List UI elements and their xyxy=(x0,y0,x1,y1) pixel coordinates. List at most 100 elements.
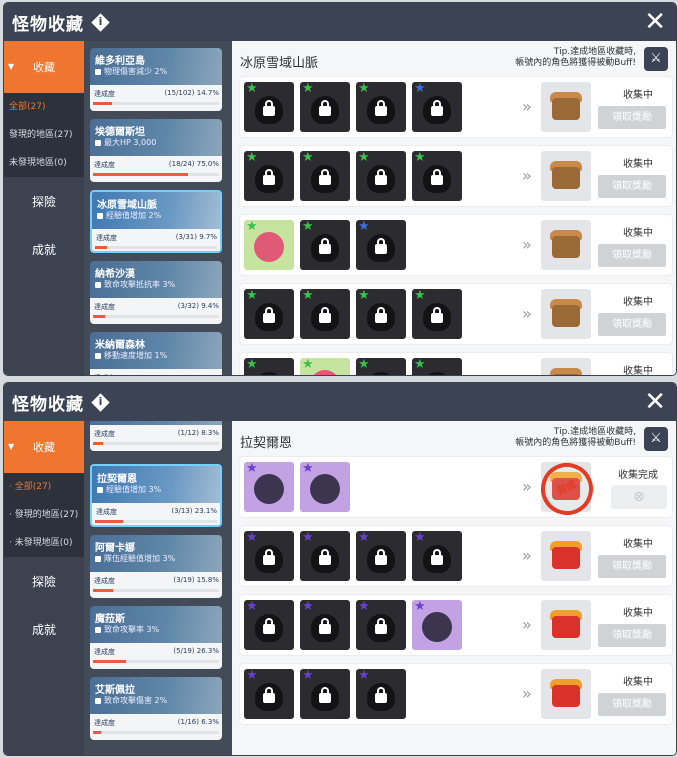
monster-slot[interactable]: ★ xyxy=(244,462,294,512)
region-buff: 隊伍經驗值增加 3% xyxy=(95,553,175,564)
info-icon[interactable]: i xyxy=(92,394,109,411)
monster-slot[interactable]: ★ xyxy=(244,600,294,650)
region-card[interactable]: 米納爾森林移動速度增加 1% 達成度 xyxy=(90,332,222,375)
region-card[interactable]: 拉契爾恩 經驗值增加 3% 達成度 (3/13) 23.1% xyxy=(90,464,222,527)
monster-icon xyxy=(310,474,340,504)
reward-chest-icon[interactable] xyxy=(541,82,591,132)
region-card[interactable]: 維多利亞島 物理傷害減少 2% 達成度 (15/102) 14.7% xyxy=(90,48,222,111)
claim-reward-button[interactable]: 領取獎勵 xyxy=(598,624,666,647)
collection-row: ★ ★ ★ ★ » 收集中領取獎勵 xyxy=(240,595,672,655)
lock-icon xyxy=(263,100,275,116)
monster-slot[interactable]: ★ xyxy=(356,358,406,375)
reward-chest-icon[interactable] xyxy=(541,220,591,270)
progress-bar xyxy=(93,173,219,176)
lock-icon xyxy=(375,687,387,703)
monster-slot[interactable]: ★ xyxy=(300,462,350,512)
region-name: 冰原雪域山脈 xyxy=(97,200,157,211)
lock-icon xyxy=(263,549,275,565)
monster-slot[interactable]: ★ xyxy=(356,669,406,719)
sidebar-item-achievement[interactable]: 成就 xyxy=(4,605,84,653)
region-detail: 拉契爾恩 Tip.達成地區收藏時, 帳號內的角色將獲得被動Buff! ⚔ ★ ★» 完… xyxy=(232,421,676,755)
claimed-button[interactable]: ⊗ xyxy=(611,485,667,509)
status-text: 收集完成 xyxy=(618,470,658,481)
monster-slot[interactable]: ★ xyxy=(244,531,294,581)
monster-slot[interactable]: ★ xyxy=(300,220,350,270)
monster-slot[interactable]: ★ xyxy=(356,220,406,270)
monster-slot[interactable]: ★ xyxy=(412,600,462,650)
star-icon: ★ xyxy=(302,82,314,96)
claim-reward-button[interactable]: 領取獎勵 xyxy=(598,313,666,336)
region-card[interactable]: 納希沙漠 致命攻擊抵抗率 3% 達成度 (3/32) 9.4% xyxy=(90,261,222,324)
monster-slot[interactable]: ★ xyxy=(244,289,294,339)
filter-unfound[interactable]: 未發現地區(0) xyxy=(4,149,84,177)
collection-row: ★ ★ ★ ★ » 收集中領取獎勵 xyxy=(240,146,672,206)
close-button[interactable]: ✕ xyxy=(644,9,666,35)
buff-icon[interactable]: ⚔ xyxy=(644,47,668,71)
info-icon[interactable]: i xyxy=(92,14,109,31)
monster-icon xyxy=(422,612,452,642)
buff-icon[interactable]: ⚔ xyxy=(644,427,668,451)
caret-icon: ▼ xyxy=(8,442,15,451)
filter-found[interactable]: 發現的地區(27) xyxy=(4,121,84,149)
reward-chest-icon[interactable] xyxy=(541,289,591,339)
monster-slot[interactable]: ★ xyxy=(356,82,406,132)
progress-section: 達成度 (3/13) 23.1% xyxy=(92,503,220,525)
claim-reward-button[interactable]: 領取獎勵 xyxy=(598,244,666,267)
monster-slot[interactable]: ★ xyxy=(244,669,294,719)
claim-reward-button[interactable]: 領取獎勵 xyxy=(598,175,666,198)
monster-slot[interactable]: ★ xyxy=(300,531,350,581)
reward-chest-icon[interactable] xyxy=(541,151,591,201)
region-detail: 冰原雪域山脈 Tip.達成地區收藏時, 帳號內的角色將獲得被動Buff! ⚔ ★ ★… xyxy=(232,41,676,375)
sidebar-item-collect[interactable]: ▼ 收藏 xyxy=(4,421,84,473)
reward-chest-icon[interactable] xyxy=(541,358,591,375)
region-card[interactable]: 埃德爾斯坦 最大HP 3,000 達成度 (18/24) 75.0% xyxy=(90,119,222,182)
region-list: 維多利亞島 物理傷害減少 2% 達成度 (15/102) 14.7% 埃德爾斯坦 最大HP… xyxy=(84,41,232,375)
reward-chest-icon[interactable] xyxy=(541,600,591,650)
sidebar-item-achievement[interactable]: 成就 xyxy=(4,225,84,273)
monster-slot[interactable]: ★ xyxy=(300,289,350,339)
monster-slot[interactable]: ★ xyxy=(412,151,462,201)
region-card[interactable]: 達成度 (1/12) 8.3% xyxy=(90,421,222,451)
reward-chest-icon[interactable] xyxy=(541,531,591,581)
close-button[interactable]: ✕ xyxy=(644,389,666,415)
monster-slot[interactable]: ★ xyxy=(244,220,294,270)
filter-all[interactable]: · 全部(27) xyxy=(4,473,84,501)
monster-slot[interactable]: ★ xyxy=(356,531,406,581)
star-icon: ★ xyxy=(246,462,258,476)
lock-icon xyxy=(95,352,101,359)
claim-reward-button[interactable]: 領取獎勵 xyxy=(598,106,666,129)
filter-unfound[interactable]: · 未發現地區(0) xyxy=(4,529,84,557)
monster-slot[interactable]: ★ xyxy=(300,151,350,201)
monster-slot[interactable]: ★ xyxy=(356,289,406,339)
sidebar: ▼ 收藏 · 全部(27) · 發現的地區(27) · 未發現地區(0) 探險 成… xyxy=(4,421,84,755)
star-icon: ★ xyxy=(302,600,314,614)
star-icon: ★ xyxy=(414,151,426,165)
monster-slot[interactable]: ★ xyxy=(412,358,462,375)
monster-slot[interactable]: ★ xyxy=(412,289,462,339)
lock-icon xyxy=(375,307,387,323)
claim-reward-button[interactable]: 領取獎勵 xyxy=(598,555,666,578)
sidebar-item-collect[interactable]: ▼ 收藏 xyxy=(4,41,84,93)
sidebar-item-explore[interactable]: 探險 xyxy=(4,557,84,605)
monster-slot[interactable]: ★ xyxy=(300,358,350,375)
monster-slot[interactable]: ★ xyxy=(412,531,462,581)
sidebar-item-explore[interactable]: 探險 xyxy=(4,177,84,225)
monster-slot[interactable]: ★ xyxy=(300,600,350,650)
monster-slot[interactable]: ★ xyxy=(300,82,350,132)
monster-slot[interactable]: ★ xyxy=(356,151,406,201)
region-card[interactable]: 魔菈斯 致命攻擊率 3% 達成度 (5/19) 26.3% xyxy=(90,606,222,669)
monster-slot[interactable]: ★ xyxy=(300,669,350,719)
region-card[interactable]: 艾斯佩拉 致命攻擊傷害 2% 達成度 (1/16) 6.3% xyxy=(90,677,222,740)
claim-reward-button[interactable]: 領取獎勵 xyxy=(598,693,666,716)
region-card[interactable]: 冰原雪域山脈 經驗值增加 2% 達成度 (3/31) 9.7% xyxy=(90,190,222,253)
reward-chest-icon[interactable] xyxy=(541,669,591,719)
monster-slot[interactable]: ★ xyxy=(244,358,294,375)
monster-slot[interactable]: ★ xyxy=(356,600,406,650)
region-card[interactable]: 阿爾卡娜 隊伍經驗值增加 3% 達成度 (3/19) 15.8% xyxy=(90,535,222,598)
monster-slot[interactable]: ★ xyxy=(244,151,294,201)
monster-slot[interactable]: ★ xyxy=(412,82,462,132)
filter-all[interactable]: 全部(27) xyxy=(4,93,84,121)
monster-slot[interactable]: ★ xyxy=(244,82,294,132)
filter-found[interactable]: · 發現的地區(27) xyxy=(4,501,84,529)
region-buff: 致命攻擊抵抗率 3% xyxy=(95,279,175,290)
